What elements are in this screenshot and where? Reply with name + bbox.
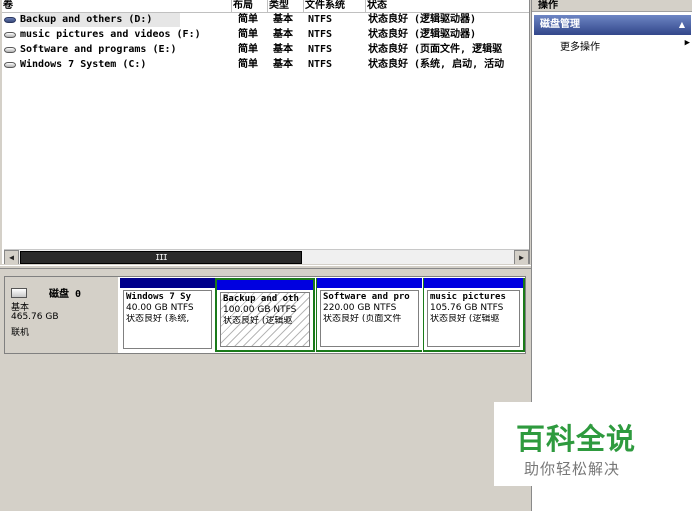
partition-size: 105.76 GB NTFS <box>430 303 504 313</box>
scroll-thumb-grip: III <box>155 253 167 262</box>
partition-bar <box>120 278 215 288</box>
volume-row[interactable]: Backup and others (D:) 简单 基本 NTFS 状态良好 (… <box>2 13 529 27</box>
volume-layout: 简单 <box>238 59 258 70</box>
partition-software[interactable]: Software and pro 220.00 GB NTFS 状态良好 (页面… <box>316 278 422 352</box>
volume-name: Software and programs (E:) <box>20 44 177 55</box>
volume-layout: 简单 <box>238 14 258 25</box>
actions-section-label: 磁盘管理 <box>540 19 580 30</box>
volume-filesystem: NTFS <box>308 44 333 55</box>
volume-icon <box>4 32 16 38</box>
scroll-thumb[interactable]: III <box>20 251 302 264</box>
partition-status: 状态良好 (系统, <box>126 314 190 324</box>
partition-backup-selected[interactable]: Backup and oth 100.00 GB NTFS 状态良好 (逻辑驱 <box>215 278 315 352</box>
partition-body: music pictures 105.76 GB NTFS 状态良好 (逻辑驱 <box>427 290 520 347</box>
partition-bar <box>217 280 313 290</box>
partition-status: 状态良好 (页面文件 <box>323 314 402 324</box>
collapse-up-icon[interactable]: ▲ <box>679 15 685 35</box>
disk-label[interactable]: 磁盘 0 基本 465.76 GB 联机 <box>5 277 118 353</box>
disk-graphic-area: 磁盘 0 基本 465.76 GB 联机 Windows 7 Sy 40.00 … <box>2 270 529 511</box>
partition-body: Software and pro 220.00 GB NTFS 状态良好 (页面… <box>320 290 419 347</box>
volume-name: Windows 7 System (C:) <box>20 59 147 70</box>
volume-icon <box>4 47 16 53</box>
volume-status: 状态良好 (逻辑驱动器) <box>368 14 477 25</box>
partition-size: 40.00 GB NTFS <box>126 303 194 313</box>
volume-layout: 简单 <box>238 44 258 55</box>
partition-body: Windows 7 Sy 40.00 GB NTFS 状态良好 (系统, <box>123 290 212 349</box>
more-actions-item[interactable]: 更多操作 <box>560 38 600 53</box>
volume-list-header: 卷 布局 类型 文件系统 状态 <box>2 0 529 13</box>
partition-name: music pictures <box>430 292 506 302</box>
partition-name: Windows 7 Sy <box>126 292 192 302</box>
volume-list[interactable]: 卷 布局 类型 文件系统 状态 Backup and others (D:) 简… <box>2 0 530 264</box>
submenu-arrow-icon: ▶ <box>684 38 690 48</box>
column-header-type[interactable]: 类型 <box>268 0 304 12</box>
volume-status: 状态良好 (系统, 启动, 活动 <box>368 59 505 70</box>
volume-type: 基本 <box>273 14 293 25</box>
partition-windows-system[interactable]: Windows 7 Sy 40.00 GB NTFS 状态良好 (系统, <box>120 278 215 352</box>
disk-size: 465.76 GB <box>11 312 59 322</box>
partition-size: 220.00 GB NTFS <box>323 303 397 313</box>
scroll-right-button[interactable]: ▶ <box>514 250 529 264</box>
column-header-layout[interactable]: 布局 <box>232 0 268 12</box>
actions-header: 操作 <box>532 0 692 12</box>
partition-name: Software and pro <box>323 292 410 302</box>
partition-size: 100.00 GB NTFS <box>223 305 297 315</box>
partition-status: 状态良好 (逻辑驱 <box>223 316 293 326</box>
actions-section-disk-management[interactable]: 磁盘管理 ▲ <box>534 15 691 35</box>
scroll-left-button[interactable]: ◀ <box>4 250 19 264</box>
partition-bar <box>424 278 523 288</box>
volume-filesystem: NTFS <box>308 59 333 70</box>
watermark-title: 百科全说 <box>516 422 637 456</box>
watermark-subtitle: 助你轻松解决 <box>524 460 621 478</box>
disk-management-main: 卷 布局 类型 文件系统 状态 Backup and others (D:) 简… <box>0 0 531 511</box>
partition-music[interactable]: music pictures 105.76 GB NTFS 状态良好 (逻辑驱 <box>423 278 525 352</box>
pane-splitter[interactable] <box>0 265 531 269</box>
disk-status: 联机 <box>11 328 30 338</box>
horizontal-scrollbar[interactable]: ◀ III ▶ <box>4 249 529 264</box>
partition-body: Backup and oth 100.00 GB NTFS 状态良好 (逻辑驱 <box>220 292 310 347</box>
column-header-filesystem[interactable]: 文件系统 <box>304 0 366 12</box>
watermark-logo: 百科全说 助你轻松解决 <box>494 402 692 486</box>
volume-row[interactable]: music pictures and videos (F:) 简单 基本 NTF… <box>2 28 529 42</box>
disk-name: 磁盘 0 <box>49 289 82 300</box>
column-header-volume[interactable]: 卷 <box>2 0 232 12</box>
disk-row[interactable]: 磁盘 0 基本 465.76 GB 联机 Windows 7 Sy 40.00 … <box>4 276 526 354</box>
volume-name: music pictures and videos (F:) <box>20 29 201 40</box>
volume-filesystem: NTFS <box>308 29 333 40</box>
volume-icon <box>4 62 16 68</box>
column-header-status[interactable]: 状态 <box>366 0 529 12</box>
volume-row[interactable]: Software and programs (E:) 简单 基本 NTFS 状态… <box>2 43 529 57</box>
volume-type: 基本 <box>273 44 293 55</box>
volume-status: 状态良好 (逻辑驱动器) <box>368 29 477 40</box>
volume-icon-selected <box>4 17 16 23</box>
disk-icon <box>11 288 27 298</box>
partition-bar <box>317 278 422 288</box>
volume-type: 基本 <box>273 59 293 70</box>
volume-name: Backup and others (D:) <box>20 13 180 27</box>
volume-layout: 简单 <box>238 29 258 40</box>
partition-status: 状态良好 (逻辑驱 <box>430 314 500 324</box>
volume-type: 基本 <box>273 29 293 40</box>
volume-status: 状态良好 (页面文件, 逻辑驱 <box>368 44 503 55</box>
partition-name: Backup and oth <box>223 294 299 304</box>
volume-row[interactable]: Windows 7 System (C:) 简单 基本 NTFS 状态良好 (系… <box>2 58 529 72</box>
volume-filesystem: NTFS <box>308 14 333 25</box>
